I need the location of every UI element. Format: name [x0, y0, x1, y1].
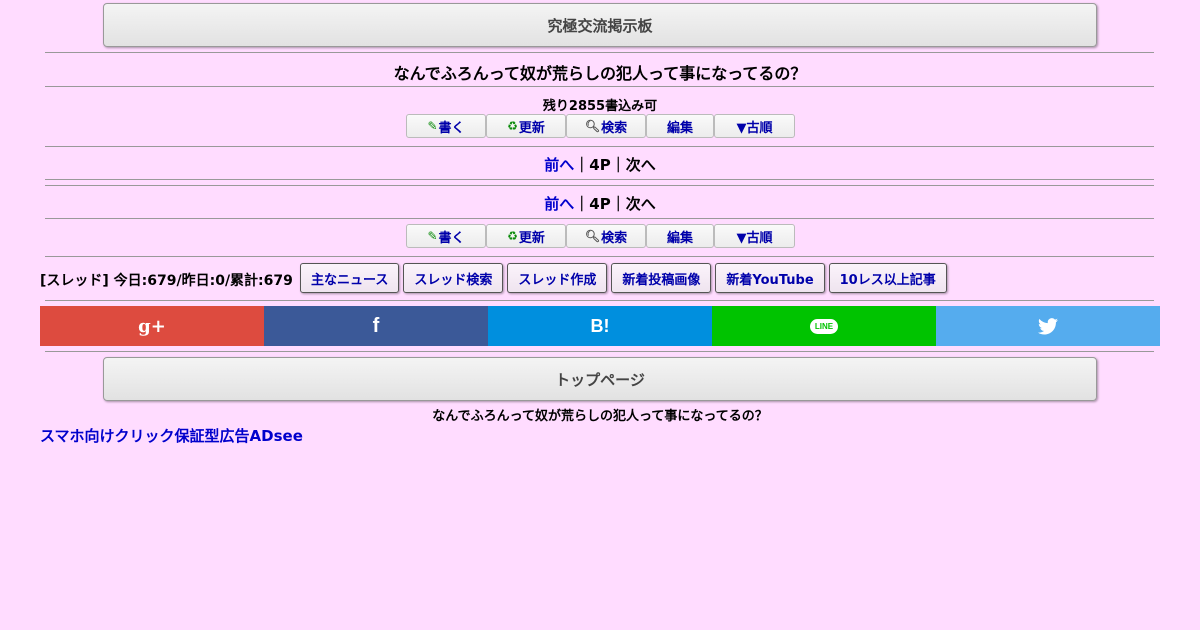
remaining-posts: 残り2855書込み可 [542, 99, 658, 114]
nav-button-row: 主なニュース スレッド検索 スレッド作成 新着投稿画像 新着YouTube 10… [300, 263, 951, 293]
next-page-text: 次へ [625, 195, 656, 213]
pager-bottom: 前へ｜4P｜次へ [544, 195, 656, 213]
prev-page-link[interactable]: 前へ [544, 156, 574, 174]
pencil-icon: ✎ [427, 119, 438, 133]
edit-button[interactable]: 編集 [646, 224, 714, 248]
divider [45, 300, 1154, 301]
divider [45, 256, 1154, 257]
old-order-button[interactable]: ▼古順 [714, 114, 795, 138]
share-bar: g+ f B! LINE [40, 306, 1160, 346]
prev-page-link[interactable]: 前へ [544, 195, 574, 213]
refresh-icon: ♻ [507, 229, 518, 243]
board-title-button[interactable]: 究極交流掲示板 [103, 3, 1097, 47]
divider [45, 146, 1154, 147]
share-gplus-button[interactable]: g+ [40, 306, 264, 346]
next-page-text: 次へ [625, 156, 656, 174]
current-page: 4P [589, 195, 611, 213]
current-page: 4P [589, 156, 611, 174]
write-button[interactable]: ✎ 書く [406, 224, 486, 248]
share-twitter-button[interactable] [936, 306, 1160, 346]
thread-title: なんでふろんって奴が荒らしの犯人って事になってるの？ [393, 64, 807, 83]
divider [45, 86, 1154, 87]
search-button[interactable]: 🔍︎ 検索 [566, 114, 646, 138]
top-page-label: トップページ [555, 370, 645, 389]
write-button[interactable]: ✎ 書く [406, 114, 486, 138]
divider [45, 351, 1154, 352]
facebook-icon: f [372, 314, 380, 337]
nav-thread-create-button[interactable]: スレッド作成 [507, 263, 608, 293]
old-order-button[interactable]: ▼古順 [714, 224, 795, 248]
ad-link[interactable]: スマホ向けクリック保証型広告ADsee [40, 425, 303, 446]
refresh-button[interactable]: ♻ 更新 [486, 114, 566, 138]
nav-main-news-button[interactable]: 主なニュース [300, 263, 400, 293]
pager-top: 前へ｜4P｜次へ [544, 156, 656, 174]
toolbar-top: ✎ 書く ♻ 更新 🔍︎ 検索 編集 ▼古順 [406, 114, 795, 140]
board-title-label: 究極交流掲示板 [547, 16, 653, 35]
search-button[interactable]: 🔍︎ 検索 [566, 224, 646, 248]
refresh-button[interactable]: ♻ 更新 [486, 224, 566, 248]
thread-stats: [スレッド] 今日:679/昨日:0/累計:679 [40, 273, 293, 289]
divider [45, 179, 1154, 180]
top-page-button[interactable]: トップページ [103, 357, 1097, 401]
refresh-icon: ♻ [507, 119, 518, 133]
nav-10res-articles-button[interactable]: 10レス以上記事 [828, 263, 947, 293]
pencil-icon: ✎ [427, 229, 438, 243]
nav-new-images-button[interactable]: 新着投稿画像 [611, 263, 712, 293]
gplus-icon: g+ [138, 315, 166, 337]
divider [45, 52, 1154, 53]
share-facebook-button[interactable]: f [264, 306, 488, 346]
twitter-icon [1038, 317, 1058, 334]
hatena-icon: B! [590, 315, 610, 336]
share-line-button[interactable]: LINE [712, 306, 936, 346]
divider [45, 185, 1154, 186]
share-hatena-button[interactable]: B! [488, 306, 712, 346]
nav-thread-search-button[interactable]: スレッド検索 [403, 263, 504, 293]
nav-new-youtube-button[interactable]: 新着YouTube [715, 263, 825, 293]
divider [45, 218, 1154, 219]
search-icon: 🔍︎ [584, 119, 601, 133]
toolbar-bottom: ✎ 書く ♻ 更新 🔍︎ 検索 編集 ▼古順 [406, 224, 795, 250]
footer-thread-title: なんでふろんって奴が荒らしの犯人って事になってるの？ [432, 409, 768, 424]
edit-button[interactable]: 編集 [646, 114, 714, 138]
search-icon: 🔍︎ [584, 229, 601, 243]
line-icon: LINE [809, 318, 839, 334]
